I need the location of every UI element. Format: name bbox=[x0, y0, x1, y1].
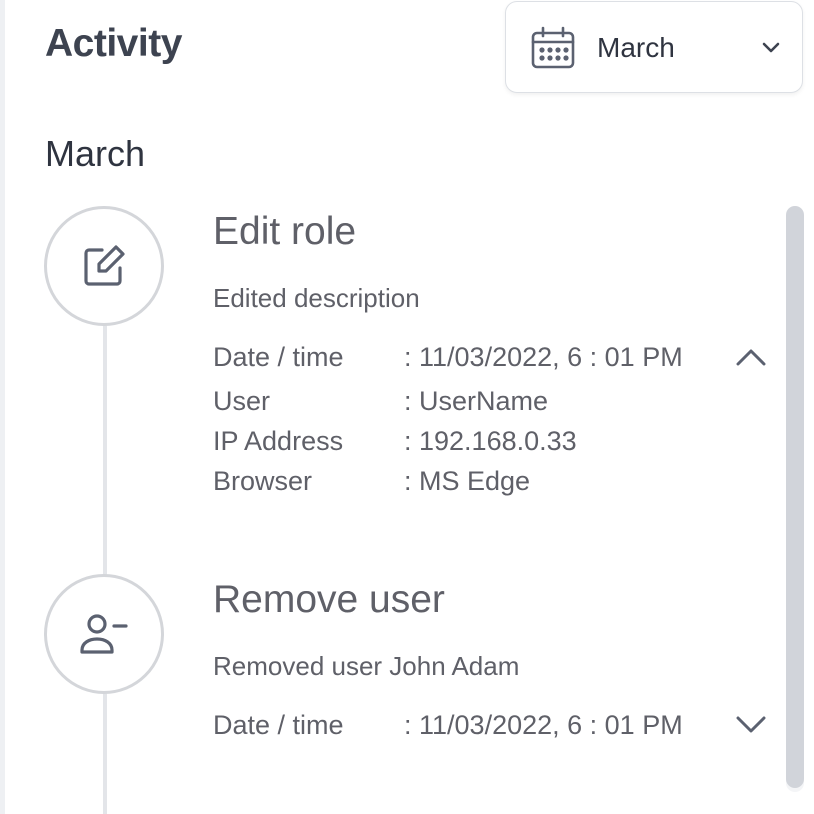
section-month-heading: March bbox=[45, 133, 146, 174]
user-minus-icon bbox=[80, 614, 128, 654]
edit-icon bbox=[84, 245, 125, 286]
page-title: Activity bbox=[45, 22, 182, 65]
month-select-value: March bbox=[597, 32, 675, 63]
chevron-up-icon[interactable] bbox=[735, 346, 767, 368]
event-description: Edited description bbox=[213, 283, 420, 313]
timeline-line bbox=[103, 322, 107, 814]
detail-key: Browser bbox=[213, 466, 313, 496]
scrollbar-thumb[interactable] bbox=[786, 206, 804, 788]
detail-value: : MS Edge bbox=[404, 466, 531, 496]
month-select[interactable]: March bbox=[505, 1, 803, 93]
chevron-down-icon[interactable] bbox=[735, 714, 767, 736]
chevron-down-icon bbox=[762, 42, 780, 53]
detail-key: IP Address bbox=[213, 426, 344, 456]
detail-key: User bbox=[213, 386, 271, 416]
detail-value: : 11/03/2022, 6 : 01 PM bbox=[404, 342, 683, 372]
event-title: Edit role bbox=[213, 210, 357, 253]
event-icon-circle bbox=[44, 574, 164, 694]
detail-value: : 192.168.0.33 bbox=[404, 426, 577, 456]
detail-key: Date / time bbox=[213, 342, 344, 372]
detail-value: : UserName bbox=[404, 386, 549, 416]
event-icon-circle bbox=[44, 206, 164, 326]
calendar-icon bbox=[531, 26, 575, 69]
event-title: Remove user bbox=[213, 578, 445, 621]
panel-left-border bbox=[0, 0, 5, 814]
detail-value: : 11/03/2022, 6 : 01 PM bbox=[404, 710, 683, 740]
event-description: Removed user John Adam bbox=[213, 651, 520, 681]
detail-key: Date / time bbox=[213, 710, 344, 740]
